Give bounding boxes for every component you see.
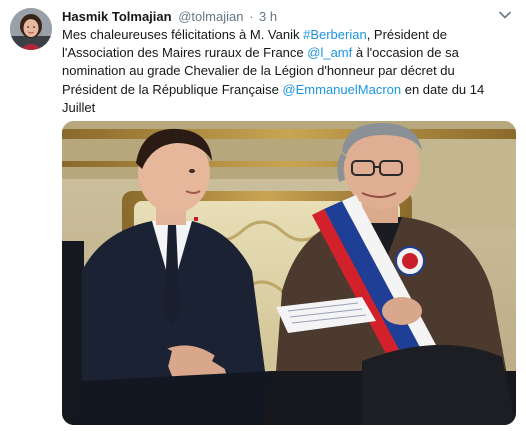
tweet-timestamp[interactable]: 3 h	[259, 9, 277, 24]
mention-link-amf[interactable]: @l_amf	[307, 45, 352, 60]
tweet-text: Mes chaleureuses félicitations à M. Vani…	[62, 26, 512, 117]
author-name[interactable]: Hasmik Tolmajian	[62, 9, 172, 24]
avatar[interactable]	[10, 8, 52, 50]
separator-dot: ·	[249, 9, 254, 24]
tweet: Hasmik Tolmajian @tolmajian · 3 h Mes ch…	[0, 0, 526, 431]
tweet-text-part: Mes chaleureuses félicitations à M. Vani…	[62, 27, 304, 42]
hashtag-link[interactable]: #Berberian	[303, 27, 367, 42]
tweet-header: Hasmik Tolmajian @tolmajian · 3 h	[62, 8, 486, 26]
photo-image	[62, 121, 516, 425]
author-handle[interactable]: @tolmajian	[178, 9, 243, 24]
tweet-photo[interactable]	[62, 121, 516, 425]
mention-link-macron[interactable]: @EmmanuelMacron	[282, 82, 401, 97]
avatar-image	[10, 8, 52, 50]
chevron-down-icon[interactable]	[498, 8, 512, 22]
